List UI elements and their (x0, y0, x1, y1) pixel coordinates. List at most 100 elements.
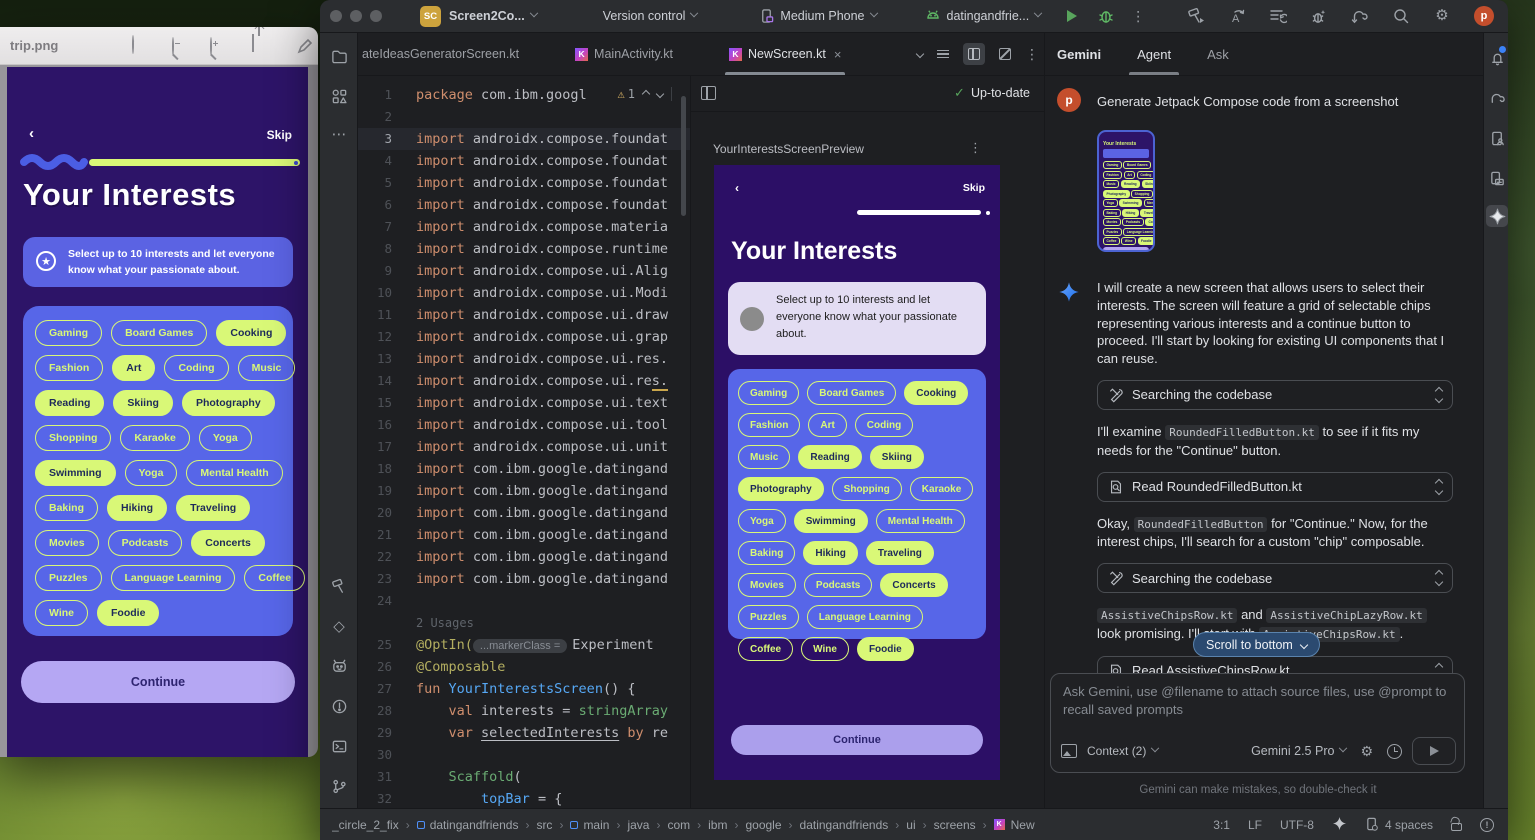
project-selector[interactable]: SC Screen2Co... (420, 6, 537, 27)
interest-chip[interactable]: Music (738, 445, 790, 469)
search-everywhere-icon[interactable] (1392, 7, 1410, 25)
tool-call-box[interactable]: Searching the codebase (1097, 380, 1453, 410)
interest-chip[interactable]: Music (238, 355, 296, 381)
interest-chip[interactable]: Traveling (1140, 209, 1155, 217)
gemini-tool-icon[interactable] (1486, 205, 1508, 227)
interest-chip[interactable]: Concerts (191, 530, 265, 556)
run-config-selector[interactable]: datingandfrie... (925, 9, 1042, 23)
interest-chip[interactable]: Skiing (113, 390, 173, 416)
studio-bot-icon[interactable] (328, 655, 350, 677)
breadcrumb-item[interactable]: datingandfriends (417, 818, 519, 832)
breadcrumb-item[interactable]: main (570, 818, 609, 832)
interest-chip[interactable]: Wine (1121, 237, 1136, 245)
hide-preview-icon[interactable] (999, 48, 1011, 60)
interest-chip[interactable]: Karaoke (120, 425, 189, 451)
interest-chip[interactable]: Coding (164, 355, 228, 381)
interest-chip[interactable]: Podcasts (1122, 218, 1143, 226)
breadcrumb-item[interactable]: ibm (708, 818, 727, 832)
interest-chip[interactable]: Photography (1103, 190, 1130, 198)
interest-chip[interactable]: Board Games (807, 381, 896, 405)
tab-agent[interactable]: Agent (1137, 33, 1171, 75)
interest-chip[interactable]: Wine (801, 637, 849, 661)
tab-list-chevron-icon[interactable] (917, 51, 923, 57)
interest-chip[interactable]: Swimming (1119, 199, 1142, 207)
attach-image-icon[interactable] (1061, 744, 1077, 758)
dependencies-gem-icon[interactable]: ◇ (328, 615, 350, 637)
interest-chip[interactable]: Movies (1103, 218, 1121, 226)
interest-chip[interactable]: Foodie (97, 600, 159, 626)
scroll-to-bottom-button[interactable]: Scroll to bottom (1193, 632, 1320, 657)
interest-chip[interactable]: Wine (35, 600, 88, 626)
window-controls[interactable] (330, 10, 390, 22)
interest-chip[interactable]: Podcasts (108, 530, 183, 556)
interest-chip[interactable]: Gaming (738, 381, 799, 405)
interest-chip[interactable]: Swimming (794, 509, 868, 533)
gemini-status-icon[interactable] (1332, 816, 1347, 834)
more-tool-windows-icon[interactable]: ⋯ (328, 123, 350, 145)
highlighting-level-icon[interactable]: ! (1480, 818, 1494, 832)
info-icon[interactable]: i (132, 36, 152, 56)
expand-collapse-icon[interactable] (1436, 388, 1442, 402)
code-editor[interactable]: 1package com.ibm.googl23import androidx.… (358, 76, 690, 808)
interest-chip[interactable]: Reading (35, 390, 104, 416)
interest-chip[interactable]: Podcasts (804, 573, 872, 597)
breadcrumb-item[interactable]: java (627, 818, 649, 832)
device-selector[interactable]: Medium Phone (759, 8, 876, 24)
breadcrumb-item[interactable]: KNew (994, 818, 1035, 832)
interest-chip[interactable]: Movies (738, 573, 796, 597)
close-window-button[interactable] (330, 10, 342, 22)
interest-chip[interactable]: Karaoke (1154, 190, 1155, 198)
breadcrumb-item[interactable]: src (536, 818, 552, 832)
editor-scrollbar[interactable] (681, 96, 686, 216)
editor-options-icon[interactable]: ⋮ (1025, 46, 1039, 63)
interest-chip[interactable]: Swimming (35, 460, 116, 486)
interest-chip[interactable]: Foodie (857, 637, 914, 661)
interest-chip[interactable]: Yoga (125, 460, 178, 486)
tool-call-box[interactable]: Read RoundedFilledButton.kt (1097, 472, 1453, 502)
breadcrumb-item[interactable]: google (745, 818, 781, 832)
send-button[interactable] (1412, 737, 1456, 765)
interest-chip[interactable]: Shopping (35, 425, 111, 451)
run-button[interactable] (1067, 10, 1077, 22)
interest-chip[interactable]: Music (1103, 180, 1119, 188)
indent-setting[interactable]: 4 spaces (1365, 817, 1433, 832)
interest-chip[interactable]: Traveling (176, 495, 250, 521)
resource-manager-icon[interactable] (328, 85, 350, 107)
zoom-out-icon[interactable] (172, 38, 192, 58)
tab-mainactivity[interactable]: K MainActivity.kt (565, 33, 683, 75)
interest-chip[interactable]: Coding (855, 413, 913, 437)
tab-newscreen[interactable]: K NewScreen.kt × (719, 33, 851, 75)
quicklook-titlebar[interactable]: trip.png i (0, 27, 318, 65)
interest-chip[interactable]: Mental Health (1144, 199, 1155, 207)
interest-chip[interactable]: Shopping (1131, 190, 1153, 198)
interest-chip[interactable]: Cooking (1153, 161, 1155, 169)
line-separator[interactable]: LF (1248, 818, 1262, 832)
interest-chip[interactable]: Mental Health (876, 509, 965, 533)
file-encoding[interactable]: UTF-8 (1280, 818, 1314, 832)
project-folder-icon[interactable] (328, 45, 350, 67)
gemini-prompt-input[interactable]: Ask Gemini, use @filename to attach sour… (1050, 673, 1465, 773)
preview-options-icon[interactable]: ⋮ (969, 140, 982, 156)
interest-chip[interactable]: Traveling (866, 541, 934, 565)
split-editor-icon[interactable] (963, 43, 985, 65)
interest-chip[interactable]: Yoga (1103, 199, 1118, 207)
interest-chip[interactable]: Skiing (870, 445, 924, 469)
tab-ask[interactable]: Ask (1207, 33, 1229, 75)
interest-chip[interactable]: Board Games (111, 320, 207, 346)
interest-chip[interactable]: Coffee (244, 565, 305, 591)
breadcrumb-item[interactable]: datingandfriends (800, 818, 889, 832)
interest-chip[interactable]: Concerts (1145, 218, 1155, 226)
problems-icon[interactable] (328, 695, 350, 717)
interest-chip[interactable]: Board Games (1123, 161, 1151, 169)
minimize-window-button[interactable] (350, 10, 362, 22)
history-icon[interactable] (1387, 744, 1402, 759)
expand-collapse-icon[interactable] (1436, 571, 1442, 585)
interest-chip[interactable]: Gaming (35, 320, 102, 346)
caret-position[interactable]: 3:1 (1213, 818, 1230, 832)
interest-chip[interactable]: Baking (35, 495, 98, 521)
breadcrumb-item[interactable]: com (667, 818, 690, 832)
gradle-icon[interactable] (1486, 87, 1508, 109)
git-branch-icon[interactable] (328, 775, 350, 797)
interest-chip[interactable]: Puzzles (738, 605, 799, 629)
ai-actions-icon[interactable]: A (1228, 7, 1246, 25)
